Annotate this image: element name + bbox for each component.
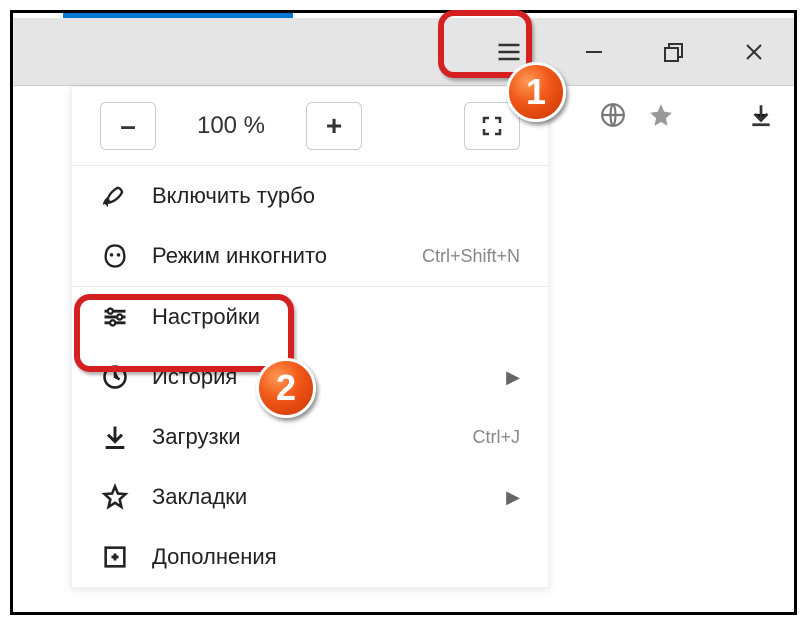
- fullscreen-button[interactable]: [464, 102, 520, 150]
- chevron-right-icon: ▶: [506, 487, 520, 508]
- menu-item-incognito[interactable]: Режим инкогнито Ctrl+Shift+N: [72, 226, 548, 286]
- menu-label: История: [152, 364, 484, 390]
- menu-label: Дополнения: [152, 544, 520, 570]
- menu-label: Режим инкогнито: [152, 243, 400, 269]
- maximize-icon: [662, 40, 686, 64]
- main-menu-dropdown: – 100 % + Включить турбо Режим инкогнито…: [71, 86, 549, 588]
- shortcut: Ctrl+Shift+N: [422, 246, 520, 267]
- close-button[interactable]: [714, 18, 794, 86]
- minimize-button[interactable]: [554, 18, 634, 86]
- download-icon: [100, 422, 130, 452]
- history-icon: [100, 362, 130, 392]
- close-icon: [742, 40, 766, 64]
- menu-label: Загрузки: [152, 424, 450, 450]
- menu-item-bookmarks[interactable]: Закладки ▶: [72, 467, 548, 527]
- fullscreen-icon: [480, 114, 504, 138]
- star-icon: [100, 482, 130, 512]
- chevron-right-icon: ▶: [506, 367, 520, 388]
- download-icon[interactable]: [748, 102, 774, 133]
- menu-item-downloads[interactable]: Загрузки Ctrl+J: [72, 407, 548, 467]
- zoom-level: 100 %: [166, 112, 296, 140]
- rocket-icon: [100, 181, 130, 211]
- window-titlebar: [13, 18, 794, 86]
- menu-item-addons[interactable]: Дополнения: [72, 527, 548, 587]
- minimize-icon: [582, 40, 606, 64]
- menu-label: Настройки: [152, 304, 520, 330]
- addons-icon: [100, 542, 130, 572]
- incognito-icon: [100, 241, 130, 271]
- menu-button[interactable]: [469, 18, 549, 86]
- menu-label: Включить турбо: [152, 183, 520, 209]
- zoom-in-button[interactable]: +: [306, 102, 362, 150]
- shortcut: Ctrl+J: [472, 427, 520, 448]
- bookmark-star-icon[interactable]: [648, 102, 674, 133]
- maximize-button[interactable]: [634, 18, 714, 86]
- globe-icon[interactable]: [600, 102, 626, 133]
- zoom-out-button[interactable]: –: [100, 102, 156, 150]
- settings-icon: [100, 302, 130, 332]
- menu-item-settings[interactable]: Настройки: [72, 287, 548, 347]
- hamburger-icon: [495, 38, 523, 66]
- menu-item-turbo[interactable]: Включить турбо: [72, 166, 548, 226]
- zoom-controls: – 100 % +: [72, 87, 548, 165]
- menu-item-history[interactable]: История ▶: [72, 347, 548, 407]
- menu-label: Закладки: [152, 484, 484, 510]
